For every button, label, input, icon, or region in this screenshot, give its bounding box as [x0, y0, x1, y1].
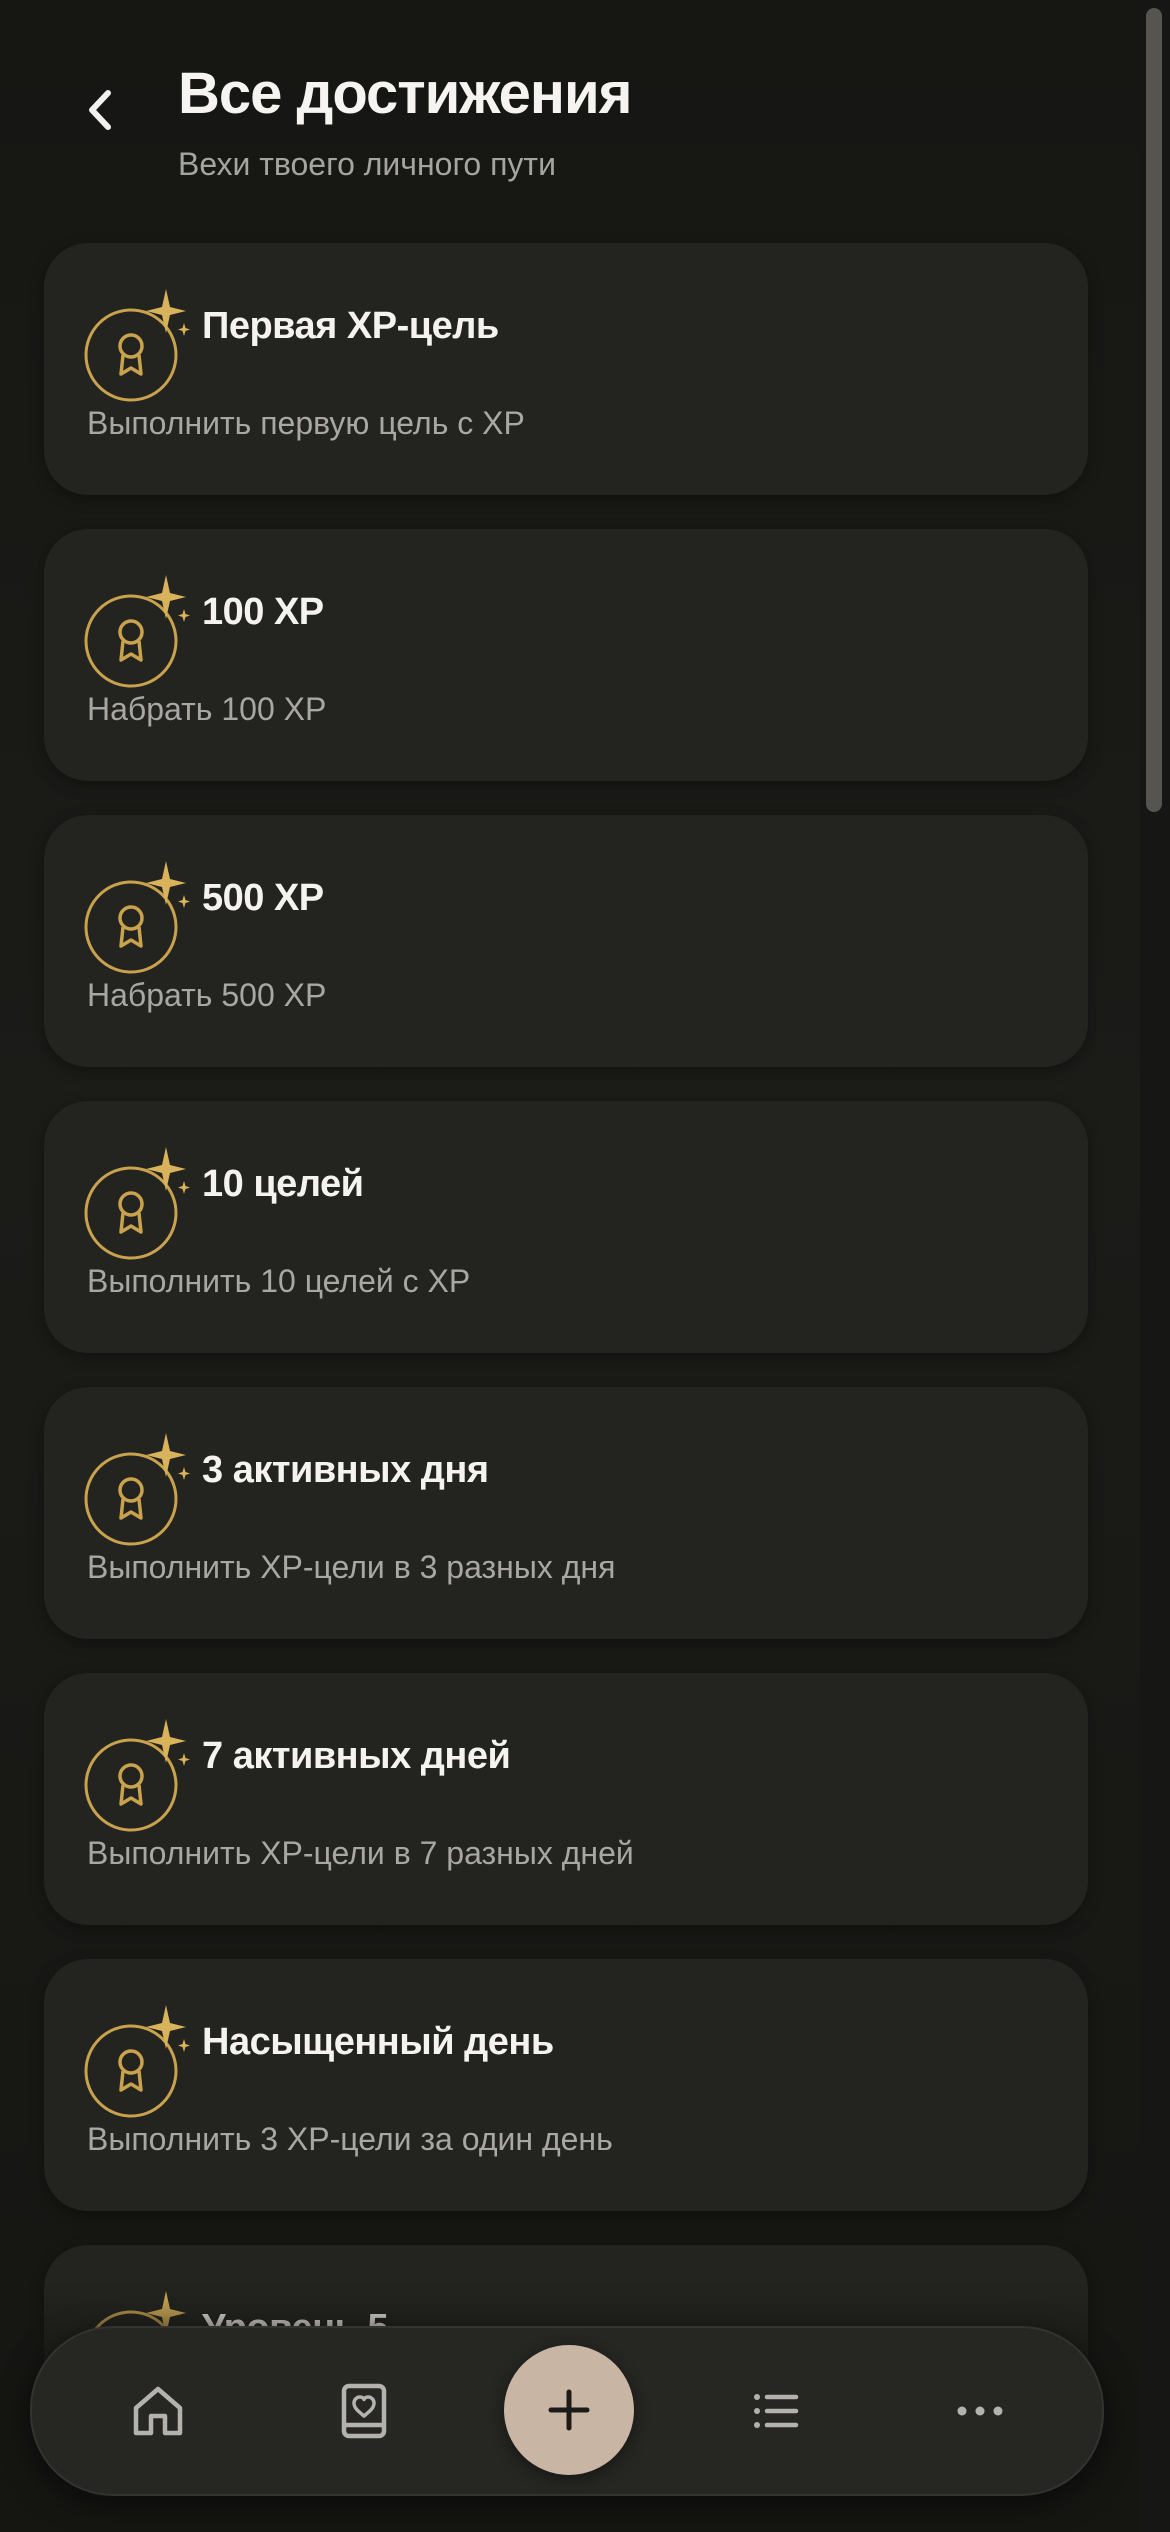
achievement-description: Выполнить XP-цели в 3 разных дня [87, 1549, 616, 1585]
home-icon [133, 2386, 183, 2436]
page-title: Все достижения [178, 61, 632, 126]
sparkle-icon [146, 1719, 186, 1763]
achievement-description: Выполнить XP-цели в 7 разных дней [87, 1835, 634, 1871]
achievement-card[interactable]: Первая XP-цель Выполнить первую цель с XP [44, 243, 1088, 495]
tab-list[interactable] [735, 2371, 815, 2451]
achievement-title: 10 целей [202, 1163, 364, 1205]
achievement-title: 3 активных дня [202, 1449, 489, 1491]
sparkle-icon [146, 1147, 186, 1191]
more-horizontal-icon [957, 2406, 1003, 2416]
achievement-description: Набрать 100 XP [87, 691, 327, 727]
achievement-title: Первая XP-цель [202, 305, 499, 347]
award-medal-icon [84, 1433, 190, 1546]
scrollbar-thumb[interactable] [1146, 8, 1162, 812]
chevron-left-icon [89, 90, 111, 130]
achievement-description: Выполнить первую цель с XP [87, 405, 525, 441]
bottom-tab-bar [30, 2326, 1104, 2496]
achievement-title: 7 активных дней [202, 1735, 511, 1777]
tab-journal[interactable] [324, 2371, 404, 2451]
plus-icon [548, 2389, 590, 2431]
achievement-title: 500 XP [202, 877, 324, 919]
award-medal-icon [84, 575, 190, 688]
sparkle-icon [146, 289, 186, 333]
achievement-description: Выполнить 3 XP-цели за один день [87, 2121, 613, 2157]
add-button[interactable] [504, 2345, 634, 2475]
achievement-card[interactable]: 7 активных дней Выполнить XP-цели в 7 раз… [44, 1673, 1088, 1925]
award-medal-icon [84, 1719, 190, 1832]
tab-home[interactable] [118, 2371, 198, 2451]
journal-heart-icon [341, 2383, 387, 2439]
page-subtitle: Вехи твоего личного пути [178, 146, 556, 182]
award-medal-icon [84, 289, 190, 402]
achievement-card[interactable]: 100 XP Набрать 100 XP [44, 529, 1088, 781]
achievement-description: Выполнить 10 целей с XP [87, 1263, 471, 1299]
award-medal-icon [84, 2005, 190, 2118]
achievement-title: 100 XP [202, 591, 324, 633]
achievement-description: Набрать 500 XP [87, 977, 327, 1013]
achievement-card[interactable]: 3 активных дня Выполнить XP-цели в 3 разн… [44, 1387, 1088, 1639]
award-medal-icon [84, 861, 190, 974]
sparkle-icon [146, 575, 186, 619]
sparkle-icon [146, 2005, 186, 2049]
achievement-card[interactable]: 500 XP Набрать 500 XP [44, 815, 1088, 1067]
tab-more[interactable] [940, 2371, 1020, 2451]
achievement-card[interactable]: Насыщенный день Выполнить 3 XP-цели за од… [44, 1959, 1088, 2211]
award-medal-icon [84, 1147, 190, 1260]
achievement-title: Насыщенный день [202, 2021, 554, 2063]
back-button[interactable] [60, 70, 140, 150]
sparkle-icon [146, 861, 186, 905]
achievements-screen: Все достижения Вехи твоего личного пути … [0, 0, 1170, 2532]
sparkle-icon [146, 1433, 186, 1477]
list-icon [754, 2394, 799, 2428]
achievement-card[interactable]: 10 целей Выполнить 10 целей с XP [44, 1101, 1088, 1353]
